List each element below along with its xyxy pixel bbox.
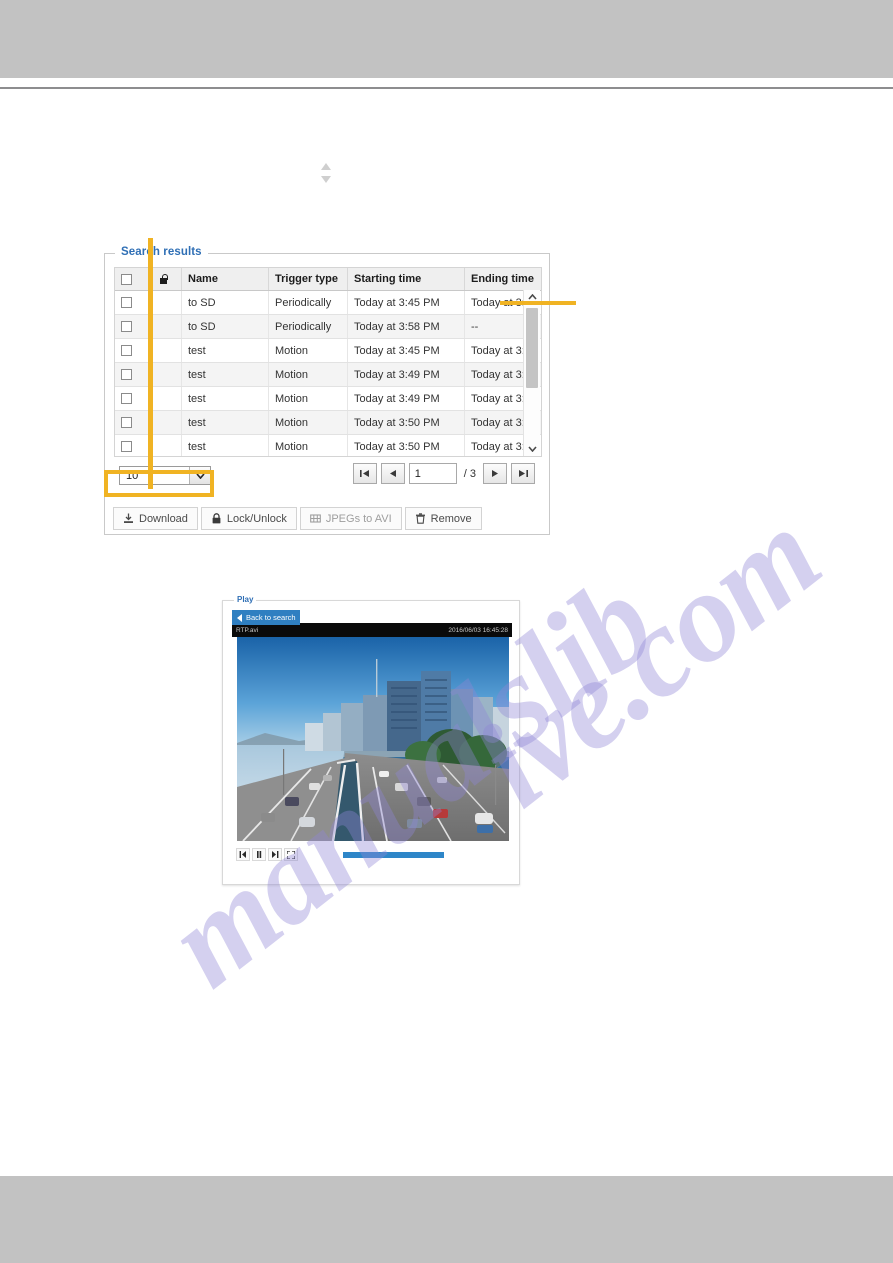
row-name: test: [181, 434, 269, 456]
scrollbar-thumb[interactable]: [526, 308, 538, 388]
download-button-label: Download: [139, 512, 188, 525]
video-seek-bar[interactable]: [343, 852, 533, 858]
step-forward-icon[interactable]: [268, 848, 282, 861]
lock-column-header: [153, 268, 182, 291]
row-lock-cell: [153, 434, 182, 456]
lock-icon: [159, 274, 168, 285]
row-name: to SD: [181, 290, 269, 315]
video-preview[interactable]: [237, 637, 509, 841]
row-start: Today at 3:49 PM: [347, 362, 465, 387]
select-all-checkbox[interactable]: [121, 273, 132, 285]
results-table-container: Name Trigger type Starting time Ending t…: [114, 267, 542, 457]
row-start: Today at 3:50 PM: [347, 434, 465, 456]
jpegs-to-avi-button[interactable]: JPEGs to AVI: [299, 507, 402, 530]
first-page-button[interactable]: [352, 463, 377, 484]
results-scrollbar[interactable]: [523, 290, 540, 456]
row-lock-cell: [153, 362, 182, 387]
row-name: test: [181, 362, 269, 387]
row-name: test: [181, 338, 269, 363]
fullscreen-icon[interactable]: [284, 848, 298, 861]
lock-unlock-button-label: Lock/Unlock: [226, 512, 287, 525]
table-row[interactable]: test Motion Today at 3:45 PM Today at 3:…: [115, 338, 541, 363]
back-to-search-button[interactable]: Back to search: [232, 610, 300, 625]
row-checkbox[interactable]: [121, 417, 132, 429]
jpegs-to-avi-button-label: JPEGs to AVI: [325, 512, 392, 525]
table-row[interactable]: test Motion Today at 3:49 PM Today at 3:…: [115, 386, 541, 411]
row-lock-cell: [153, 410, 182, 435]
next-page-button[interactable]: [483, 463, 507, 484]
video-header-bar: RTP.avi 2016/06/03 16:45:28: [232, 623, 512, 637]
row-trigger: Motion: [268, 338, 348, 363]
row-checkbox[interactable]: [121, 297, 132, 309]
pagination: 1 / 3: [352, 463, 535, 484]
row-start: Today at 3:50 PM: [347, 410, 465, 435]
row-trigger: Motion: [268, 434, 348, 456]
table-row[interactable]: to SD Periodically Today at 3:58 PM --: [115, 314, 541, 339]
step-back-icon[interactable]: [236, 848, 250, 861]
last-page-button[interactable]: [511, 463, 535, 484]
row-start: Today at 3:58 PM: [347, 314, 465, 339]
row-trigger: Periodically: [268, 314, 348, 339]
row-checkbox[interactable]: [121, 441, 132, 453]
row-name: test: [181, 386, 269, 411]
search-results-legend: Search results: [115, 246, 208, 258]
row-trigger: Motion: [268, 362, 348, 387]
video-timestamp: 2016/06/03 16:45:28: [448, 626, 508, 634]
page-header-rule: [0, 87, 893, 89]
film-icon: [309, 513, 321, 524]
table-row[interactable]: test Motion Today at 3:49 PM Today at 3:…: [115, 362, 541, 387]
table-header-row: Name Trigger type Starting time Ending t…: [115, 268, 541, 291]
row-start: Today at 3:49 PM: [347, 386, 465, 411]
vertical-resize-icon: [318, 162, 334, 184]
column-header-trigger[interactable]: Trigger type: [268, 268, 348, 291]
table-row[interactable]: to SD Periodically Today at 3:45 PM Toda…: [115, 290, 541, 315]
pause-icon[interactable]: [252, 848, 266, 861]
play-panel-legend: Play: [234, 595, 257, 604]
table-row[interactable]: test Motion Today at 3:50 PM Today at 3:…: [115, 434, 541, 456]
results-table: Name Trigger type Starting time Ending t…: [115, 268, 541, 456]
row-name: to SD: [181, 314, 269, 339]
back-to-search-label: Back to search: [246, 613, 296, 622]
row-checkbox[interactable]: [121, 345, 132, 357]
row-start: Today at 3:45 PM: [347, 338, 465, 363]
callout-horizontal-line: [500, 301, 576, 305]
prev-page-button[interactable]: [380, 463, 405, 484]
column-header-end[interactable]: Ending time: [464, 268, 541, 291]
row-trigger: Motion: [268, 386, 348, 411]
row-start: Today at 3:45 PM: [347, 290, 465, 315]
page-top-banner: [0, 0, 893, 78]
row-lock-cell: [153, 338, 182, 363]
column-header-start[interactable]: Starting time: [347, 268, 465, 291]
row-lock-cell: [153, 290, 182, 315]
remove-button-label: Remove: [430, 512, 472, 525]
row-name: test: [181, 410, 269, 435]
total-pages-label: / 3: [463, 467, 476, 480]
video-controls: [236, 848, 298, 861]
results-action-bar: Download Lock/Unlock JPEGs to AVI Remove: [113, 507, 482, 530]
trash-icon: [415, 513, 426, 524]
table-row[interactable]: test Motion Today at 3:50 PM Today at 3:…: [115, 410, 541, 435]
chevron-left-icon: [237, 613, 242, 622]
column-header-name[interactable]: Name: [181, 268, 269, 291]
row-checkbox[interactable]: [121, 393, 132, 405]
page-number-input[interactable]: 1: [408, 463, 457, 484]
row-checkbox[interactable]: [121, 321, 132, 333]
row-checkbox[interactable]: [121, 369, 132, 381]
lock-unlock-button[interactable]: Lock/Unlock: [200, 507, 297, 530]
remove-button[interactable]: Remove: [404, 507, 482, 530]
video-seek-progress: [343, 852, 444, 858]
lock-icon: [211, 513, 222, 524]
callout-highlight-box: [104, 470, 214, 497]
row-trigger: Periodically: [268, 290, 348, 315]
download-button[interactable]: Download: [113, 507, 198, 530]
play-panel: Back to search RTP.avi 2016/06/03 16:45:…: [222, 600, 520, 885]
row-lock-cell: [153, 386, 182, 411]
download-icon: [123, 513, 134, 524]
video-title: RTP.avi: [236, 626, 259, 634]
scroll-down-icon[interactable]: [524, 442, 540, 456]
page-bottom-banner: [0, 1176, 893, 1263]
row-trigger: Motion: [268, 410, 348, 435]
row-lock-cell: [153, 314, 182, 339]
callout-vertical-line: [148, 238, 153, 489]
